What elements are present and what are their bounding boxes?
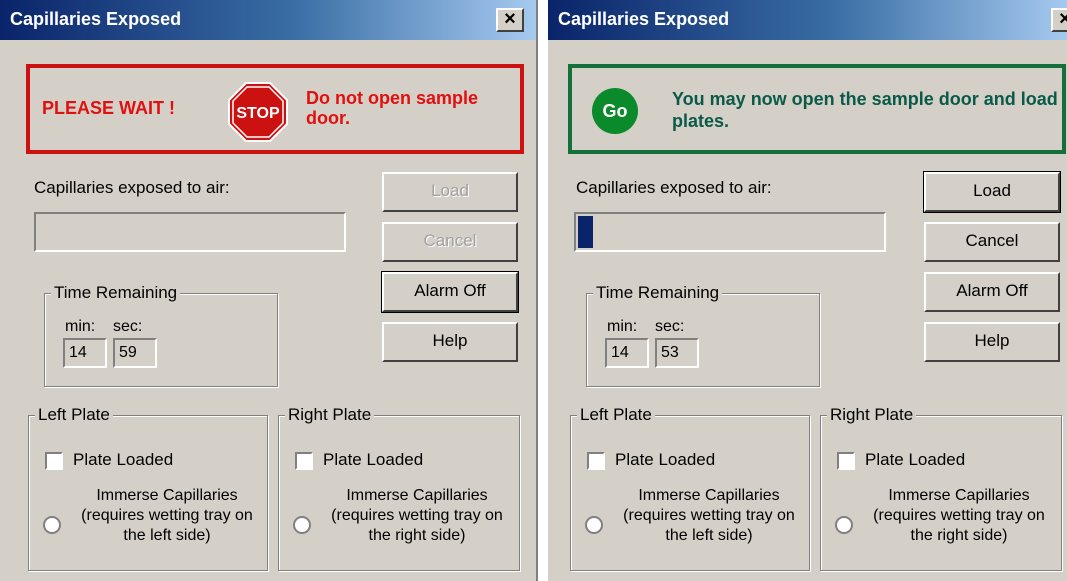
left-plate-loaded-checkbox[interactable] xyxy=(587,452,605,470)
seconds-label: sec: xyxy=(113,318,143,335)
seconds-field: 53 xyxy=(655,338,699,368)
right-immerse-label[interactable]: Immerse Capillaries (requires wetting tr… xyxy=(319,486,515,546)
please-wait-text: PLEASE WAIT ! xyxy=(42,98,176,118)
progress-fill xyxy=(578,216,594,248)
stop-sign-icon: STOP xyxy=(228,82,288,142)
status-message: You may now open the sample door and loa… xyxy=(672,89,1058,131)
alarm-off-button[interactable]: Alarm Off xyxy=(381,271,519,313)
time-remaining-legend: Time Remaining xyxy=(51,283,181,303)
time-remaining-group: Time Remaining min: sec: 14 53 xyxy=(586,283,820,387)
left-plate-group: Left Plate Plate Loaded Immerse Capillar… xyxy=(570,405,810,571)
close-button[interactable]: × xyxy=(1051,8,1067,32)
title-bar[interactable]: Capillaries Exposed × xyxy=(548,0,1067,40)
right-plate-loaded-label[interactable]: Plate Loaded xyxy=(323,450,423,470)
left-immerse-label[interactable]: Immerse Capillaries (requires wetting tr… xyxy=(611,486,807,546)
minutes-field: 14 xyxy=(605,338,649,368)
help-button[interactable]: Help xyxy=(382,322,518,362)
time-remaining-legend: Time Remaining xyxy=(593,283,723,303)
left-plate-loaded-label[interactable]: Plate Loaded xyxy=(615,450,715,470)
right-plate-group: Right Plate Plate Loaded Immerse Capilla… xyxy=(820,405,1062,571)
dialog-separator xyxy=(538,0,546,581)
cancel-button[interactable]: Cancel xyxy=(924,222,1060,262)
right-plate-legend: Right Plate xyxy=(285,405,375,425)
left-immerse-radio[interactable] xyxy=(585,516,603,534)
seconds-label: sec: xyxy=(655,318,685,335)
alarm-off-button[interactable]: Alarm Off xyxy=(924,272,1060,312)
right-immerse-label[interactable]: Immerse Capillaries (requires wetting tr… xyxy=(861,486,1057,546)
left-plate-group: Left Plate Plate Loaded Immerse Capillar… xyxy=(28,405,268,571)
capillaries-exposed-label: Capillaries exposed to air: xyxy=(34,178,230,197)
load-button[interactable]: Load xyxy=(382,172,518,212)
help-button[interactable]: Help xyxy=(924,322,1060,362)
minutes-label: min: xyxy=(607,318,638,335)
right-plate-loaded-label[interactable]: Plate Loaded xyxy=(865,450,965,470)
left-plate-loaded-checkbox[interactable] xyxy=(45,452,63,470)
right-immerse-radio[interactable] xyxy=(835,516,853,534)
time-remaining-group: Time Remaining min: sec: 14 59 xyxy=(44,283,278,387)
minutes-label: min: xyxy=(65,318,96,335)
exposure-progress-bar xyxy=(34,212,346,252)
right-plate-group: Right Plate Plate Loaded Immerse Capilla… xyxy=(278,405,520,571)
load-button[interactable]: Load xyxy=(923,171,1061,213)
right-plate-loaded-checkbox[interactable] xyxy=(295,452,313,470)
close-button[interactable]: × xyxy=(496,8,524,32)
capillaries-exposed-label: Capillaries exposed to air: xyxy=(576,178,772,197)
left-immerse-radio[interactable] xyxy=(43,516,61,534)
status-banner: PLEASE WAIT ! STOP Do not open sample do… xyxy=(26,64,524,154)
go-icon: Go xyxy=(592,88,638,134)
stop-sign-text: STOP xyxy=(236,105,280,122)
status-banner: Go You may now open the sample door and … xyxy=(568,64,1066,154)
dialog-capillaries-exposed-go: Capillaries Exposed × Go You may now ope… xyxy=(546,0,1067,581)
window-title: Capillaries Exposed xyxy=(10,9,182,29)
seconds-field: 59 xyxy=(113,338,157,368)
exposure-progress-bar xyxy=(574,212,886,252)
right-plate-legend: Right Plate xyxy=(827,405,917,425)
left-plate-legend: Left Plate xyxy=(35,405,113,425)
cancel-button[interactable]: Cancel xyxy=(382,222,518,262)
minutes-field: 14 xyxy=(63,338,107,368)
left-plate-legend: Left Plate xyxy=(577,405,655,425)
left-immerse-label[interactable]: Immerse Capillaries (requires wetting tr… xyxy=(69,486,265,546)
title-bar[interactable]: Capillaries Exposed × xyxy=(0,0,536,40)
left-plate-loaded-label[interactable]: Plate Loaded xyxy=(73,450,173,470)
status-message: Do not open sample door. xyxy=(306,88,479,128)
dialog-capillaries-exposed-wait: Capillaries Exposed × PLEASE WAIT ! STOP… xyxy=(0,0,538,581)
right-plate-loaded-checkbox[interactable] xyxy=(837,452,855,470)
right-immerse-radio[interactable] xyxy=(293,516,311,534)
window-title: Capillaries Exposed xyxy=(558,9,730,29)
